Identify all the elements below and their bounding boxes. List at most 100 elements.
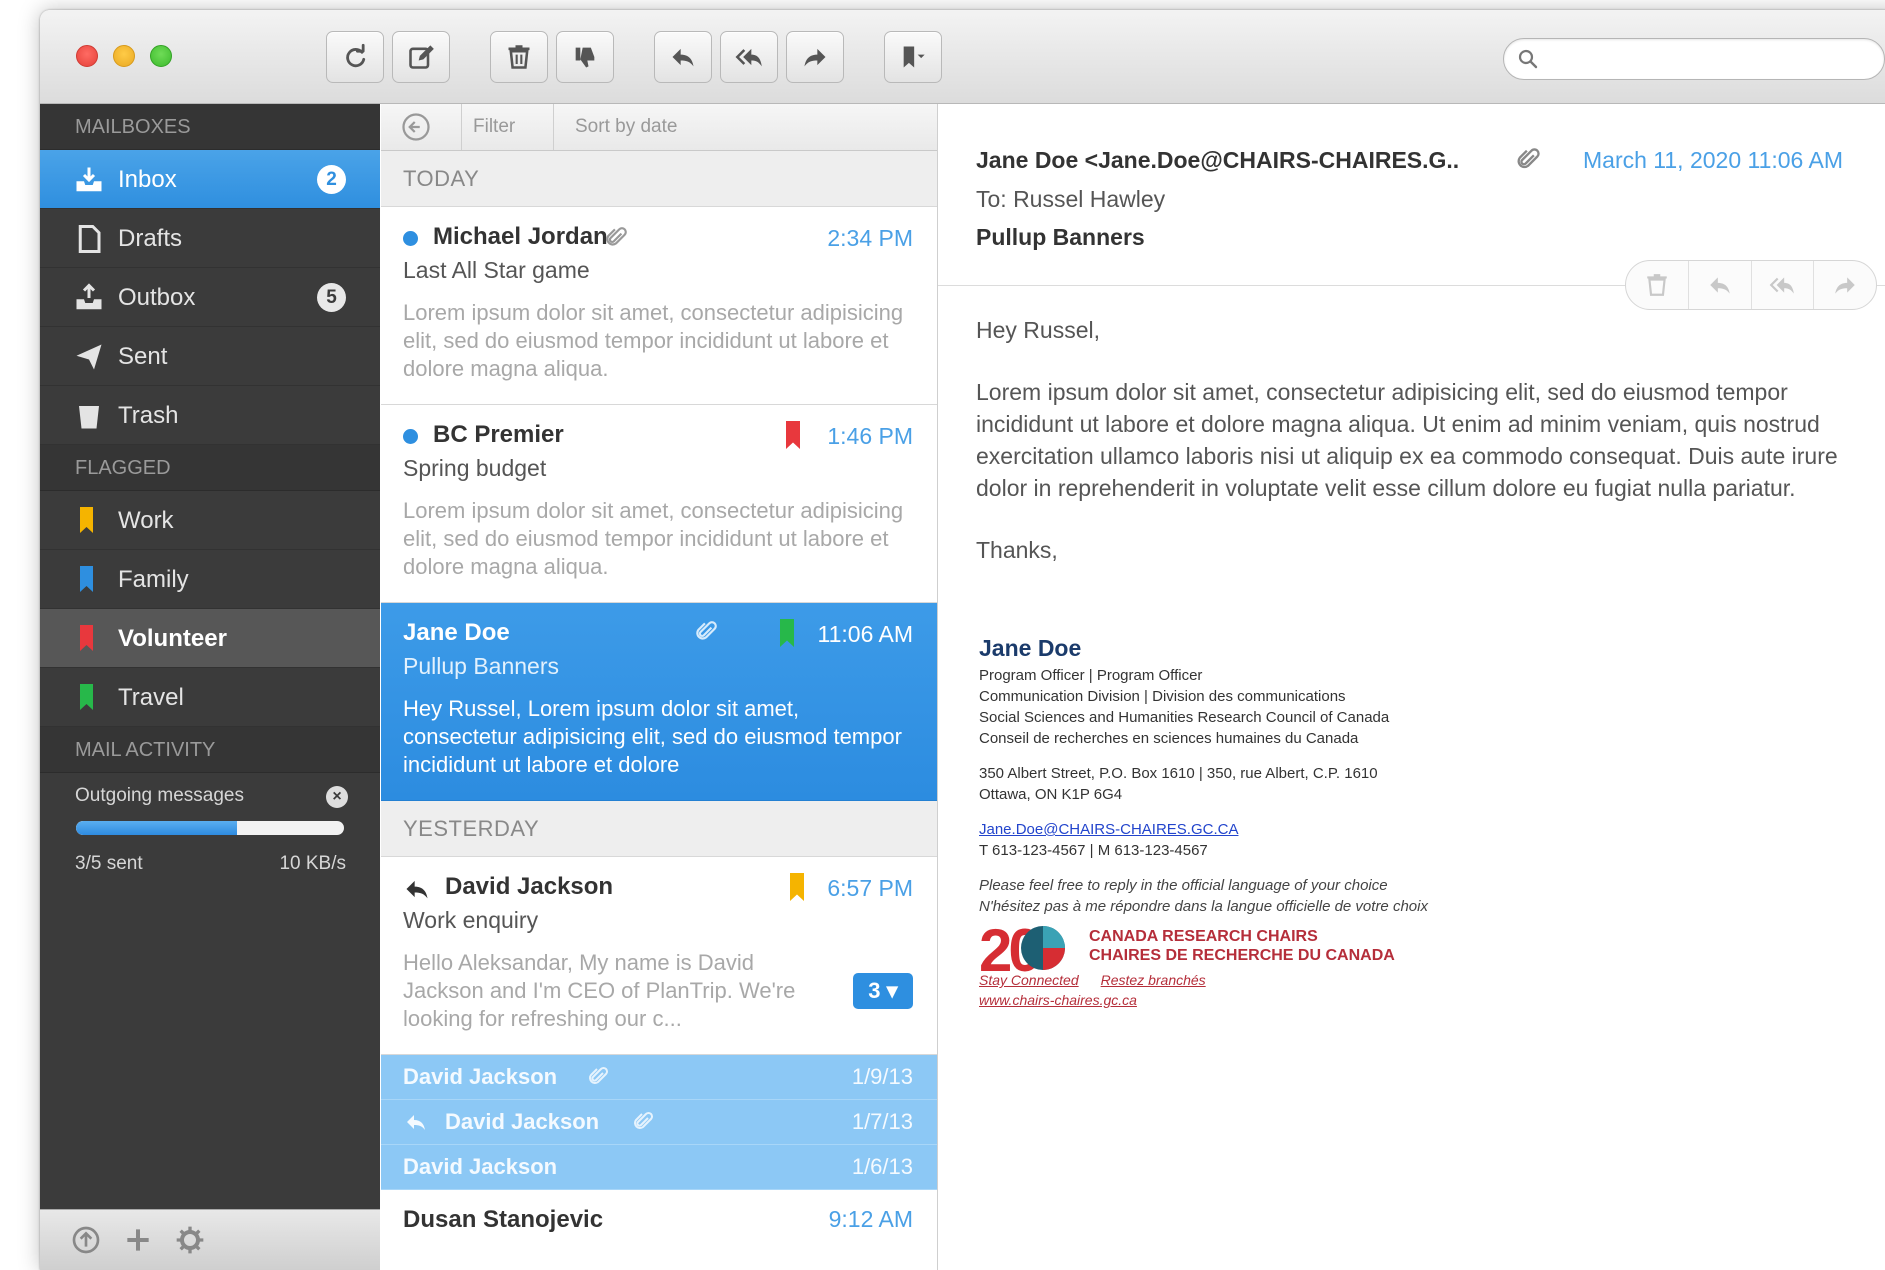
message-date: 1/6/13 <box>851 1154 913 1179</box>
logo-line-1: CANADA RESEARCH CHAIRS <box>1089 928 1318 945</box>
thread-message-row[interactable]: David Jackson 1/9/13 <box>381 1055 937 1100</box>
reply-all-message-button[interactable] <box>1752 261 1815 309</box>
bookmark-flag-icon <box>80 684 93 710</box>
message-preview: Hey Russel, Lorem ipsum dolor sit amet, … <box>403 696 902 777</box>
message-item[interactable]: Michael Jordan 2:34 PM Last All Star gam… <box>381 207 937 405</box>
email-greeting: Hey Russel, <box>976 317 1100 343</box>
back-circle-icon[interactable] <box>401 112 431 142</box>
outbox-icon <box>76 283 102 310</box>
close-window-button[interactable] <box>76 45 98 67</box>
sidebar-item-inbox[interactable]: Inbox 2 <box>40 150 380 209</box>
sidebar-item-travel[interactable]: Travel <box>40 668 380 727</box>
sort-button[interactable]: Sort by date <box>575 116 677 138</box>
date-group-today: TODAY <box>381 151 937 207</box>
reply-all-button[interactable] <box>720 31 778 83</box>
add-icon[interactable] <box>122 1224 154 1256</box>
minimize-window-button[interactable] <box>113 45 135 67</box>
message-item-selected[interactable]: Jane Doe 11:06 AM Pullup Banners Hey Rus… <box>381 603 937 801</box>
toolbar <box>40 10 1885 104</box>
flag-menu-button[interactable] <box>884 31 942 83</box>
logo-emblem-icon <box>1021 926 1065 970</box>
replied-icon <box>406 880 428 899</box>
reading-pane: Jane Doe <Jane.Doe@CHAIRS-CHAIRES.G.. Ma… <box>938 104 1885 1270</box>
mailboxes-header: MAILBOXES <box>40 104 380 150</box>
forward-button[interactable] <box>786 31 844 83</box>
email-sender: Jane Doe <Jane.Doe@CHAIRS-CHAIRES.G.. <box>976 147 1460 173</box>
attachment-icon[interactable] <box>1514 146 1542 174</box>
message-item[interactable]: BC Premier 1:46 PM Spring budget Lorem i… <box>381 405 937 603</box>
sidebar-item-label: Volunteer <box>118 625 227 652</box>
upload-icon[interactable] <box>70 1224 102 1256</box>
message-sender: Michael Jordan <box>433 223 608 250</box>
divider <box>553 104 554 150</box>
gear-icon[interactable] <box>174 1224 206 1256</box>
message-time: 9:12 AM <box>828 1206 913 1232</box>
sidebar-item-outbox[interactable]: Outbox 5 <box>40 268 380 327</box>
reply-all-icon <box>735 48 762 67</box>
signature-division: Communication Division | Division des co… <box>979 688 1346 705</box>
refresh-button[interactable] <box>326 31 384 83</box>
mail-activity-header: MAIL ACTIVITY <box>40 727 380 773</box>
signature-links: Stay Connected Restez branchés www.chairs… <box>979 970 1228 1010</box>
sidebar-item-label: Drafts <box>118 225 183 252</box>
message-actions <box>1625 260 1877 310</box>
signature-council-fr: Conseil de recherches en sciences humain… <box>979 730 1359 747</box>
reply-button[interactable] <box>654 31 712 83</box>
sidebar-item-trash[interactable]: Trash <box>40 386 380 445</box>
sidebar-item-drafts[interactable]: Drafts <box>40 209 380 268</box>
message-preview: Hello Aleksandar, My name is David Jacks… <box>403 950 796 1031</box>
mail-window: MAILBOXES Inbox 2 Drafts Outbox 5 Sent T… <box>40 10 1885 1270</box>
email-closing: Thanks, <box>976 537 1058 563</box>
message-sender: David Jackson <box>403 1154 558 1179</box>
reply-icon <box>1709 277 1730 294</box>
transfer-speed: 10 KB/s <box>279 853 346 874</box>
attachment-icon <box>589 1066 609 1084</box>
sidebar-item-label: Outbox <box>118 284 196 311</box>
sidebar-item-sent[interactable]: Sent <box>40 327 380 386</box>
forward-message-button[interactable] <box>1814 261 1876 309</box>
sidebar-item-label: Travel <box>118 684 184 711</box>
attachment-icon <box>606 227 627 246</box>
progress-bar <box>76 821 344 835</box>
email-date: March 11, 2020 11:06 AM <box>1583 147 1843 173</box>
message-sender: Jane Doe <box>403 619 510 646</box>
website-link[interactable]: www.chairs-chaires.gc.ca <box>979 992 1137 1008</box>
message-subject: Work enquiry <box>403 907 539 933</box>
sidebar-item-work[interactable]: Work <box>40 491 380 550</box>
search-input[interactable] <box>1548 45 1872 75</box>
sidebar-item-family[interactable]: Family <box>40 550 380 609</box>
delete-message-button[interactable] <box>1626 261 1689 309</box>
forward-icon <box>804 48 826 67</box>
compose-button[interactable] <box>392 31 450 83</box>
cancel-activity-button[interactable]: × <box>326 786 348 808</box>
signature-city: Ottawa, ON K1P 6G4 <box>979 786 1123 803</box>
message-time: 1:46 PM <box>827 423 913 449</box>
search-field[interactable] <box>1503 38 1885 80</box>
search-icon <box>1518 49 1538 69</box>
thread-message-row[interactable]: David Jackson 1/7/13 <box>381 1100 937 1145</box>
message-item[interactable]: David Jackson 6:57 PM Work enquiry Hello… <box>381 857 937 1055</box>
date-group-yesterday: YESTERDAY <box>381 801 937 857</box>
sidebar-item-label: Work <box>118 507 174 534</box>
signature-email-link[interactable]: Jane.Doe@CHAIRS-CHAIRES.GC.CA <box>979 821 1238 838</box>
sidebar-footer <box>40 1209 380 1270</box>
zoom-window-button[interactable] <box>150 45 172 67</box>
delete-button[interactable] <box>490 31 548 83</box>
reply-message-button[interactable] <box>1689 261 1752 309</box>
restez-branches-link[interactable]: Restez branchés <box>1101 972 1206 988</box>
bookmark-flag-icon <box>790 873 804 901</box>
activity-label: Outgoing messages <box>75 785 244 806</box>
junk-button[interactable] <box>556 31 614 83</box>
unread-count-badge: 2 <box>317 165 346 194</box>
thread-message-row[interactable]: David Jackson 1/6/13 <box>381 1145 937 1190</box>
stay-connected-link[interactable]: Stay Connected <box>979 972 1079 988</box>
thread-count-button[interactable]: 3 ▾ <box>853 973 913 1009</box>
compose-icon <box>409 45 434 69</box>
unread-dot <box>403 429 418 444</box>
sidebar-item-volunteer[interactable]: Volunteer <box>40 609 380 668</box>
trash-icon <box>508 45 530 69</box>
paper-plane-icon <box>76 344 102 370</box>
filter-button[interactable]: Filter <box>473 116 515 138</box>
message-item[interactable]: Dusan Stanojevic 9:12 AM <box>381 1190 937 1260</box>
message-sender: David Jackson <box>403 1064 558 1089</box>
